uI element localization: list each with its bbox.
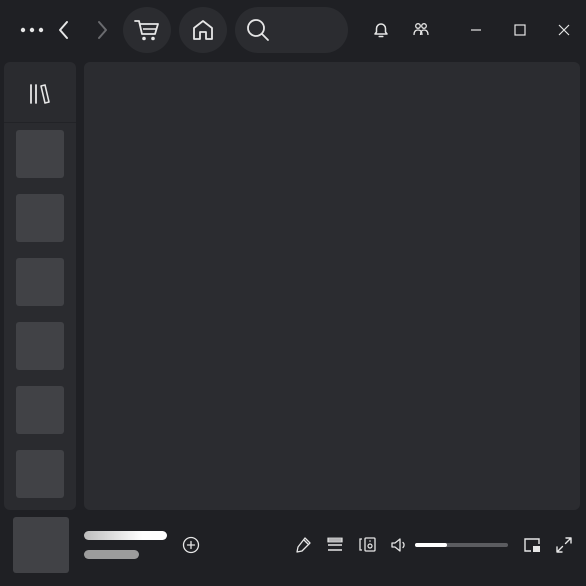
- chevron-left-icon: [59, 21, 68, 39]
- miniplayer-icon: [524, 538, 540, 552]
- maximize-icon: [514, 24, 526, 36]
- more-options-button[interactable]: [18, 18, 46, 42]
- bell-icon: [374, 23, 388, 38]
- library-header: [4, 62, 76, 123]
- sidebar-item-1[interactable]: [16, 130, 64, 178]
- volume-icon: [391, 538, 405, 552]
- back-button[interactable]: [52, 18, 76, 42]
- minimize-button[interactable]: [464, 18, 488, 42]
- minimize-icon: [471, 29, 481, 31]
- fullscreen-icon: [556, 537, 572, 553]
- miniplayer-button[interactable]: [521, 534, 543, 556]
- track-title-placeholder: [84, 531, 167, 540]
- forward-button[interactable]: [90, 18, 114, 42]
- cart-icon: [134, 20, 159, 41]
- microphone-icon: [296, 537, 311, 553]
- library-button[interactable]: [26, 81, 54, 107]
- close-icon: [558, 24, 570, 36]
- chevron-right-icon: [98, 21, 107, 39]
- sidebar-item-2[interactable]: [16, 194, 64, 242]
- add-circle-icon: [182, 536, 200, 554]
- library-sidebar: [4, 62, 76, 510]
- cart-icon-wrap: [123, 7, 171, 53]
- volume-slider[interactable]: [415, 543, 508, 547]
- lyrics-button[interactable]: [292, 534, 314, 556]
- main-view: [84, 62, 580, 510]
- close-button[interactable]: [552, 18, 576, 42]
- volume-slider-fill: [415, 543, 447, 547]
- search-bar[interactable]: [235, 7, 348, 53]
- maximize-button[interactable]: [508, 18, 532, 42]
- fullscreen-button[interactable]: [553, 534, 575, 556]
- friends-button[interactable]: [409, 18, 433, 42]
- track-artist-placeholder: [84, 550, 139, 559]
- search-icon-wrap: [245, 18, 271, 42]
- search-icon: [247, 19, 269, 41]
- sidebar-item-6[interactable]: [16, 450, 64, 498]
- sidebar-item-3[interactable]: [16, 258, 64, 306]
- volume-button[interactable]: [388, 534, 410, 556]
- home-icon: [193, 20, 213, 40]
- now-playing-cover[interactable]: [13, 517, 69, 573]
- add-to-library-button[interactable]: [180, 534, 202, 556]
- more-horizontal-icon: [20, 27, 44, 33]
- notifications-button[interactable]: [369, 18, 393, 42]
- shop-button[interactable]: [123, 7, 171, 53]
- people-icon: [413, 23, 429, 36]
- sidebar-item-4[interactable]: [16, 322, 64, 370]
- queue-icon: [327, 537, 343, 551]
- home-icon-wrap: [179, 7, 227, 53]
- connect-device-button[interactable]: [356, 534, 378, 556]
- library-icon: [30, 84, 50, 104]
- queue-button[interactable]: [324, 534, 346, 556]
- connect-device-icon: [359, 537, 376, 552]
- home-button[interactable]: [179, 7, 227, 53]
- sidebar-item-5[interactable]: [16, 386, 64, 434]
